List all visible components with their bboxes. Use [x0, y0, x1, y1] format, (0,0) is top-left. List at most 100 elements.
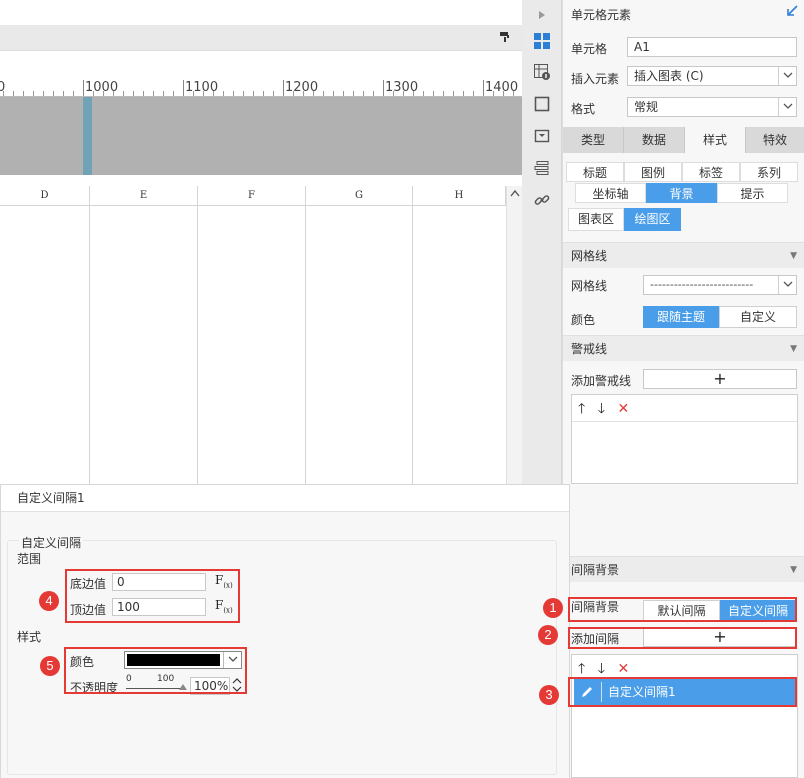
column-header-e[interactable]: E [90, 186, 198, 206]
ruler-minor-tick [113, 91, 114, 96]
ruler-minor-tick [133, 91, 134, 96]
chevron-down-icon[interactable] [778, 276, 796, 294]
ruler-minor-tick [513, 91, 514, 96]
warning-line-section-header[interactable]: 警戒线 ▼ [563, 335, 804, 361]
collapse-caret-icon[interactable]: ▼ [790, 557, 797, 583]
ruler-minor-tick [13, 91, 14, 96]
gridline-style-select[interactable]: -------------------------- [643, 275, 797, 295]
vertical-scrollbar[interactable] [506, 186, 522, 484]
chart-attribute-tabs: 类型 数据 样式 特效 [563, 127, 804, 153]
canvas-gap [0, 175, 522, 186]
ruler-minor-tick [243, 91, 244, 96]
ruler-minor-tick [173, 91, 174, 96]
insert-element-value: 插入图表 (C) [634, 69, 704, 83]
template-web-icon[interactable] [532, 160, 552, 180]
cell-grid[interactable] [0, 206, 506, 484]
ruler-minor-tick [223, 91, 224, 96]
format-painter-icon[interactable] [498, 31, 512, 45]
dialog-body: 自定义间隔 范围 底边值 0 F(x) 顶边值 100 F(x) 样式 颜色 不… [1, 512, 569, 778]
annotation-badge-4: 4 [39, 591, 59, 611]
cell-attribute-icon[interactable] [532, 64, 552, 84]
chevron-down-icon[interactable] [778, 98, 796, 116]
subtab-chart-area[interactable]: 图表区 [568, 208, 624, 231]
ruler-minor-tick [503, 91, 504, 96]
subtab-title[interactable]: 标题 [566, 162, 624, 182]
format-select[interactable]: 常规 [627, 97, 797, 117]
annotation-badge-5: 5 [40, 656, 60, 676]
chevron-down-icon[interactable] [778, 67, 796, 85]
cell-field[interactable]: A1 [627, 37, 797, 57]
ruler-minor-tick [493, 91, 494, 96]
interval-background-section-header[interactable]: 间隔背景 ▼ [563, 556, 804, 582]
delete-icon[interactable]: ✕ [617, 401, 629, 417]
horizontal-ruler: 0 1000 1100 1200 1300 1400 [0, 80, 522, 97]
column-marker[interactable] [83, 97, 92, 175]
ruler-major-tick [383, 80, 384, 96]
ruler-minor-tick [153, 91, 154, 96]
move-down-icon[interactable]: 🡓 [598, 661, 605, 677]
move-up-icon[interactable]: 🡑 [578, 401, 585, 417]
float-element-icon[interactable] [532, 96, 552, 116]
ruler-minor-tick [473, 91, 474, 96]
subtab-axis[interactable]: 坐标轴 [575, 183, 646, 203]
move-up-icon[interactable]: 🡑 [578, 661, 585, 677]
ruler-major-tick [183, 80, 184, 96]
collapse-caret-icon[interactable]: ▼ [790, 243, 797, 269]
warning-line-controls: 🡑 🡓 ✕ [578, 398, 637, 422]
subtab-legend[interactable]: 图例 [624, 162, 682, 182]
ruler-minor-tick [23, 91, 24, 96]
color-label: 颜色 [571, 313, 596, 327]
group-title: 自定义间隔 [19, 534, 84, 551]
subtab-background[interactable]: 背景 [646, 183, 717, 203]
expand-arrow-icon[interactable] [532, 6, 552, 26]
gridline-label: 网格线 [571, 279, 608, 293]
ruler-minor-tick [193, 91, 194, 96]
annotation-badge-2: 2 [538, 625, 558, 645]
ruler-minor-tick [273, 91, 274, 96]
add-warning-line-button[interactable]: + [643, 369, 797, 389]
ruler-minor-tick [73, 91, 74, 96]
color-custom-button[interactable]: 自定义 [719, 306, 797, 328]
cell-element-icon[interactable] [532, 33, 552, 53]
list-divider [572, 421, 797, 422]
tab-data[interactable]: 数据 [624, 127, 685, 153]
tab-type[interactable]: 类型 [563, 127, 624, 153]
annotation-badge-1: 1 [543, 598, 563, 618]
color-follow-theme-button[interactable]: 跟随主题 [643, 306, 719, 328]
collapse-caret-icon[interactable]: ▼ [790, 336, 797, 362]
ruler-minor-tick [53, 91, 54, 96]
delete-icon[interactable]: ✕ [617, 661, 629, 677]
column-header-g[interactable]: G [306, 186, 413, 206]
collapse-arrow-icon[interactable] [786, 5, 798, 21]
move-down-icon[interactable]: 🡓 [598, 401, 605, 417]
subtab-tooltip[interactable]: 提示 [717, 183, 788, 203]
grid-line [305, 206, 306, 484]
tab-effect[interactable]: 特效 [746, 127, 804, 153]
design-canvas[interactable] [0, 97, 522, 175]
column-header-d[interactable]: D [0, 186, 90, 206]
grid-line [197, 206, 198, 484]
dialog-title: 自定义间隔1 [1, 485, 569, 512]
gridline-section-header[interactable]: 网格线 ▼ [563, 242, 804, 268]
column-header-f[interactable]: F [198, 186, 306, 206]
ruler-minor-tick [353, 91, 354, 96]
annotation-badge-3: 3 [539, 685, 559, 705]
warning-line-list: 🡑 🡓 ✕ [571, 394, 798, 484]
format-label: 格式 [571, 102, 596, 116]
column-header-h[interactable]: H [413, 186, 506, 206]
ruler-minor-tick [203, 91, 204, 96]
insert-element-select[interactable]: 插入图表 (C) [627, 66, 797, 86]
insert-element-label: 插入元素 [571, 72, 620, 86]
tab-style[interactable]: 样式 [685, 127, 746, 153]
ruler-minor-tick [163, 91, 164, 96]
scroll-up-icon[interactable] [509, 189, 521, 201]
custom-interval-dialog: 自定义间隔1 自定义间隔 范围 底边值 0 F(x) 顶边值 100 F(x) … [0, 484, 570, 778]
widget-icon[interactable] [532, 128, 552, 148]
subtab-plot-area[interactable]: 绘图区 [624, 208, 681, 231]
subtab-label[interactable]: 标签 [682, 162, 740, 182]
highlight-interval-background [568, 597, 797, 622]
subtab-series[interactable]: 系列 [740, 162, 798, 182]
ruler-minor-tick [103, 91, 104, 96]
highlight-style-values [64, 647, 247, 694]
hyperlink-icon[interactable] [532, 192, 552, 212]
